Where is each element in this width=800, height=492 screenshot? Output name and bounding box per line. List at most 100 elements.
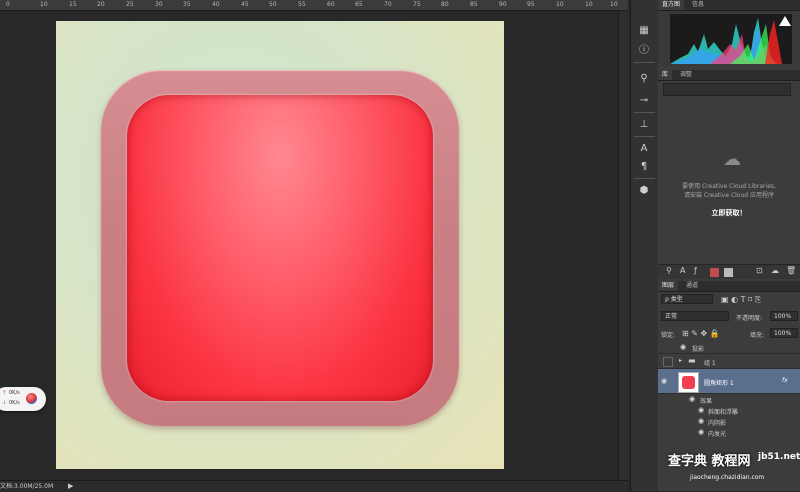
ruler-label: 40: [212, 1, 220, 8]
effects-label: 效果: [700, 398, 713, 405]
histogram-panel-icon[interactable]: ▦: [637, 24, 651, 37]
ruler-label: 85: [470, 1, 478, 8]
background-swatch-icon[interactable]: [724, 268, 733, 277]
layer-name[interactable]: 圆角矩形 1: [704, 378, 734, 387]
layer-thumbnail-shape: [682, 376, 695, 389]
opacity-input[interactable]: 100%: [770, 311, 798, 321]
tab-channels[interactable]: 通道: [682, 281, 702, 291]
library-message: 要使用 Creative Cloud Libraries,: [682, 183, 776, 190]
character-panel-icon[interactable]: A: [637, 142, 651, 155]
divider: [634, 62, 655, 63]
tab-histogram[interactable]: 直方图: [658, 0, 685, 10]
brush-panel-icon[interactable]: ⚲: [637, 72, 651, 85]
effect-row[interactable]: ◉ 内阴影: [658, 416, 800, 427]
fill-input[interactable]: 100%: [770, 328, 798, 338]
status-menu-arrow-icon[interactable]: ▶: [68, 481, 73, 492]
vertical-scrollbar[interactable]: [618, 11, 629, 480]
layer-row-selected[interactable]: ◉ 圆角矩形 1 fx: [658, 369, 800, 394]
document-size-info: 文档:3.00M/25.0M: [0, 483, 54, 490]
folder-icon: ▬: [688, 356, 696, 365]
effect-inner-glow-label: 内发光: [708, 431, 727, 438]
watermark-site: jb51.net: [758, 452, 800, 462]
layer-group-row[interactable]: ▸ ▬ 组 1: [658, 354, 800, 369]
right-panels: 直方图 信息 库 调整 ☁ 要使用 Creative Cloud Librari…: [658, 0, 800, 491]
visibility-box-icon[interactable]: [663, 357, 673, 367]
get-now-link[interactable]: 立即获取！: [658, 208, 800, 218]
lock-label: 锁定:: [661, 332, 676, 339]
ruler-label: 20: [97, 1, 105, 8]
watermark-text: 查字典 教程网: [668, 454, 751, 469]
ruler-label: 70: [384, 1, 392, 8]
ruler-label: 90: [499, 1, 507, 8]
expand-icon[interactable]: ▸: [679, 357, 682, 364]
blend-mode-select[interactable]: 正常: [661, 311, 729, 321]
clone-source-icon[interactable]: ⊥: [637, 118, 651, 131]
cloud-icon[interactable]: ☁: [771, 266, 779, 275]
ruler-label: 95: [527, 1, 535, 8]
add-text-icon[interactable]: A: [680, 266, 685, 275]
layer-filter-select[interactable]: ρ 类型: [661, 294, 713, 304]
ruler-label: 60: [327, 1, 335, 8]
filter-icons[interactable]: ▣ ◐ T ⌑ ⎘: [721, 295, 761, 305]
eye-icon[interactable]: ◉: [680, 343, 686, 351]
rounded-rect-red-button: [127, 95, 433, 401]
watermark-url: jiaocheng.chazidian.com: [690, 474, 765, 481]
ruler-label: 65: [355, 1, 363, 8]
library-select[interactable]: [663, 83, 791, 96]
ruler-label: 10: [610, 1, 618, 8]
ruler-label: 50: [269, 1, 277, 8]
effect-row[interactable]: ◉ 斜面和浮雕: [658, 405, 800, 416]
divider: [634, 178, 655, 179]
divider: [634, 112, 655, 113]
download-speed: 0K/s: [9, 400, 20, 406]
creative-cloud-icon: ☁: [723, 149, 741, 170]
tab-info[interactable]: 信息: [688, 0, 708, 10]
add-layer-style-icon[interactable]: ƒ: [694, 266, 697, 275]
histogram-chart-icon: [670, 16, 791, 64]
status-bar: 文档:3.00M/25.0M ▶: [0, 480, 628, 492]
upload-icon[interactable]: ⊡: [756, 266, 763, 275]
tab-layers[interactable]: 图层: [658, 281, 679, 291]
ruler-label: 80: [441, 1, 449, 8]
eye-icon[interactable]: ◉: [698, 428, 704, 436]
eye-icon[interactable]: ◉: [661, 377, 667, 385]
3d-panel-icon[interactable]: ⬢: [637, 184, 651, 197]
tab-libraries[interactable]: 库: [658, 70, 673, 80]
tab-adjustments[interactable]: 调整: [676, 70, 696, 80]
effect-inner-shadow-label: 内阴影: [708, 420, 727, 427]
foreground-swatch-icon[interactable]: [710, 268, 719, 277]
shadow-effect-label: 投影: [692, 346, 705, 353]
panel-icon-strip: ▦ ⓘ ⚲ ⊸ ⊥ A ¶ ⬢: [630, 0, 659, 491]
ruler-label: 45: [241, 1, 249, 8]
paragraph-panel-icon[interactable]: ¶: [637, 160, 651, 173]
trash-icon[interactable]: 🗑: [786, 266, 796, 275]
library-tabbar: 库 调整: [658, 70, 800, 81]
tool-preset-icon[interactable]: ⊸: [637, 94, 651, 107]
lock-icons[interactable]: ⊞ ✎ ✥ 🔒: [682, 329, 720, 338]
ruler-label: 10: [585, 1, 593, 8]
histogram-panel: [658, 11, 800, 66]
ruler-label: 0: [6, 1, 10, 8]
add-graphic-icon[interactable]: ⚲: [666, 266, 672, 275]
eye-icon[interactable]: ◉: [698, 406, 704, 414]
ruler-label: 10: [40, 1, 48, 8]
upload-speed: 0K/s: [9, 390, 20, 396]
horizontal-ruler: 0 10 15 20 25 30 35 40 45 50 55 60 65 70…: [0, 0, 628, 11]
up-arrow-icon: ↑: [2, 390, 7, 396]
group-name: 组 1: [704, 360, 716, 367]
effect-row[interactable]: ◉ 内发光: [658, 427, 800, 438]
library-toolbar: ⚲ A ƒ ⊡ ☁ 🗑: [658, 264, 800, 279]
info-panel-icon[interactable]: ⓘ: [637, 44, 651, 57]
layer-effect-row[interactable]: ◉ 投影: [658, 341, 800, 354]
fx-badge[interactable]: fx: [782, 377, 788, 384]
ruler-label: 30: [155, 1, 163, 8]
opacity-label: 不透明度:: [736, 315, 763, 322]
eye-icon[interactable]: ◉: [689, 395, 695, 403]
network-speed-widget[interactable]: ↑ 0K/s ↓ 0K/s: [0, 387, 46, 411]
ruler-label: 10: [556, 1, 564, 8]
eye-icon[interactable]: ◉: [698, 417, 704, 425]
effect-bevel-label: 斜面和浮雕: [708, 409, 739, 416]
ruler-label: 15: [69, 1, 77, 8]
effects-row[interactable]: ◉ 效果: [658, 394, 800, 405]
divider: [634, 136, 655, 137]
